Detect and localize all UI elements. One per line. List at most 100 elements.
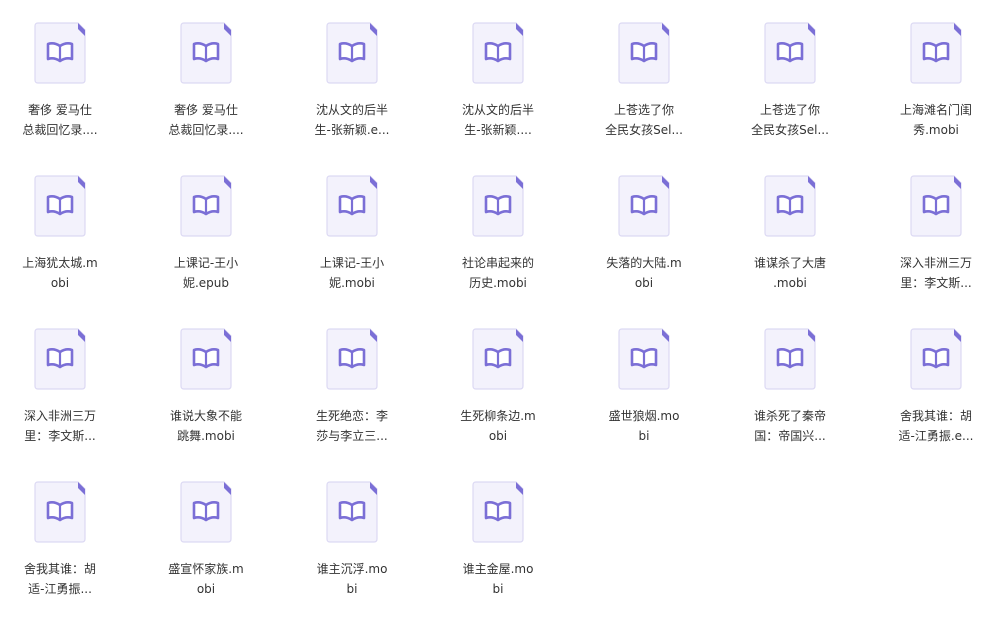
file-name-label: 上海滩名门闺 秀.mobi xyxy=(899,103,972,137)
ebook-file-icon xyxy=(180,22,232,84)
file-item-7[interactable]: 上海滩名门闺 秀.mobi xyxy=(876,22,996,162)
file-name-label: 盛世狼烟.mo bi xyxy=(608,409,680,443)
open-book-icon xyxy=(46,501,74,522)
file-name-label: 谁主金屋.mo bi xyxy=(462,562,534,596)
open-book-icon xyxy=(338,42,366,63)
ebook-file-icon xyxy=(764,175,816,237)
ebook-file-icon xyxy=(326,22,378,84)
file-name-label: 舍我其谁：胡 适-江勇振.e... xyxy=(898,409,974,443)
file-name-label: 失落的大陆.m obi xyxy=(606,256,682,290)
file-item-21[interactable]: 舍我其谁：胡 适-江勇振.e... xyxy=(876,328,996,468)
open-book-icon xyxy=(192,501,220,522)
ebook-file-icon xyxy=(34,175,86,237)
file-item-4[interactable]: 沈从文的后半 生-张新颖.... xyxy=(438,22,558,162)
file-name-label: 盛宣怀家族.m obi xyxy=(168,562,244,596)
ebook-file-icon xyxy=(618,175,670,237)
ebook-file-icon xyxy=(472,481,524,543)
open-book-icon xyxy=(776,42,804,63)
open-book-icon xyxy=(776,348,804,369)
file-item-17[interactable]: 生死绝恋：李 莎与李立三... xyxy=(292,328,412,468)
open-book-icon xyxy=(484,195,512,216)
file-name-label: 社论串起来的 历史.mobi xyxy=(461,256,534,290)
file-name-label: 谁说大象不能 跳舞.mobi xyxy=(169,409,242,443)
file-item-19[interactable]: 盛世狼烟.mo bi xyxy=(584,328,704,468)
open-book-icon xyxy=(46,348,74,369)
open-book-icon xyxy=(630,195,658,216)
file-item-5[interactable]: 上苍选了你 全民女孩Sel... xyxy=(584,22,704,162)
open-book-icon xyxy=(338,501,366,522)
ebook-file-icon xyxy=(618,22,670,84)
open-book-icon xyxy=(192,42,220,63)
ebook-file-icon xyxy=(910,328,962,390)
ebook-file-icon xyxy=(472,328,524,390)
ebook-file-icon xyxy=(180,481,232,543)
ebook-file-icon xyxy=(326,481,378,543)
file-name-label: 上苍选了你 全民女孩Sel... xyxy=(605,103,683,137)
ebook-file-icon xyxy=(618,328,670,390)
file-name-label: 奢侈 爱马仕 总裁回忆录.... xyxy=(168,103,244,137)
open-book-icon xyxy=(338,195,366,216)
ebook-file-icon xyxy=(472,22,524,84)
ebook-file-icon xyxy=(34,481,86,543)
file-item-16[interactable]: 谁说大象不能 跳舞.mobi xyxy=(146,328,266,468)
file-item-11[interactable]: 社论串起来的 历史.mobi xyxy=(438,175,558,315)
ebook-file-icon xyxy=(34,328,86,390)
file-name-label: 上课记-王小 妮.mobi xyxy=(319,256,385,290)
file-name-label: 生死绝恋：李 莎与李立三... xyxy=(315,409,388,443)
file-name-label: 奢侈 爱马仕 总裁回忆录.... xyxy=(22,103,98,137)
file-item-12[interactable]: 失落的大陆.m obi xyxy=(584,175,704,315)
ebook-file-icon xyxy=(326,175,378,237)
file-name-label: 上课记-王小 妮.epub xyxy=(173,256,239,290)
ebook-file-icon xyxy=(472,175,524,237)
ebook-file-icon xyxy=(910,175,962,237)
ebook-file-icon xyxy=(180,328,232,390)
file-item-20[interactable]: 谁杀死了秦帝 国：帝国兴... xyxy=(730,328,850,468)
file-item-10[interactable]: 上课记-王小 妮.mobi xyxy=(292,175,412,315)
file-item-13[interactable]: 谁谋杀了大唐 .mobi xyxy=(730,175,850,315)
file-grid: 奢侈 爱马仕 总裁回忆录.... 奢侈 爱马仕 总裁回忆录.... 沈从文的后半… xyxy=(0,0,1000,632)
file-name-label: 上苍选了你 全民女孩Sel... xyxy=(751,103,829,137)
file-item-23[interactable]: 盛宣怀家族.m obi xyxy=(146,481,266,621)
open-book-icon xyxy=(192,195,220,216)
file-item-2[interactable]: 奢侈 爱马仕 总裁回忆录.... xyxy=(146,22,266,162)
file-name-label: 深入非洲三万 里：李文斯... xyxy=(899,256,972,290)
open-book-icon xyxy=(46,195,74,216)
ebook-file-icon xyxy=(34,22,86,84)
file-item-14[interactable]: 深入非洲三万 里：李文斯... xyxy=(876,175,996,315)
file-item-18[interactable]: 生死柳条边.m obi xyxy=(438,328,558,468)
file-item-6[interactable]: 上苍选了你 全民女孩Sel... xyxy=(730,22,850,162)
open-book-icon xyxy=(484,501,512,522)
file-item-1[interactable]: 奢侈 爱马仕 总裁回忆录.... xyxy=(0,22,120,162)
open-book-icon xyxy=(776,195,804,216)
file-name-label: 沈从文的后半 生-张新颖.e... xyxy=(314,103,390,137)
file-name-label: 谁主沉浮.mo bi xyxy=(316,562,388,596)
open-book-icon xyxy=(192,348,220,369)
open-book-icon xyxy=(922,348,950,369)
open-book-icon xyxy=(338,348,366,369)
ebook-file-icon xyxy=(326,328,378,390)
open-book-icon xyxy=(46,42,74,63)
open-book-icon xyxy=(630,42,658,63)
open-book-icon xyxy=(922,42,950,63)
file-item-15[interactable]: 深入非洲三万 里：李文斯... xyxy=(0,328,120,468)
file-name-label: 生死柳条边.m obi xyxy=(460,409,536,443)
file-item-24[interactable]: 谁主沉浮.mo bi xyxy=(292,481,412,621)
file-name-label: 沈从文的后半 生-张新颖.... xyxy=(461,103,534,137)
file-item-9[interactable]: 上课记-王小 妮.epub xyxy=(146,175,266,315)
open-book-icon xyxy=(484,42,512,63)
file-item-22[interactable]: 舍我其谁：胡 适-江勇振... xyxy=(0,481,120,621)
file-name-label: 谁谋杀了大唐 .mobi xyxy=(753,256,826,290)
file-name-label: 舍我其谁：胡 适-江勇振... xyxy=(23,562,96,596)
open-book-icon xyxy=(922,195,950,216)
ebook-file-icon xyxy=(764,328,816,390)
file-item-8[interactable]: 上海犹太城.m obi xyxy=(0,175,120,315)
file-item-3[interactable]: 沈从文的后半 生-张新颖.e... xyxy=(292,22,412,162)
file-item-25[interactable]: 谁主金屋.mo bi xyxy=(438,481,558,621)
open-book-icon xyxy=(630,348,658,369)
file-name-label: 上海犹太城.m obi xyxy=(22,256,98,290)
open-book-icon xyxy=(484,348,512,369)
file-name-label: 谁杀死了秦帝 国：帝国兴... xyxy=(753,409,826,443)
ebook-file-icon xyxy=(764,22,816,84)
file-name-label: 深入非洲三万 里：李文斯... xyxy=(23,409,96,443)
ebook-file-icon xyxy=(180,175,232,237)
